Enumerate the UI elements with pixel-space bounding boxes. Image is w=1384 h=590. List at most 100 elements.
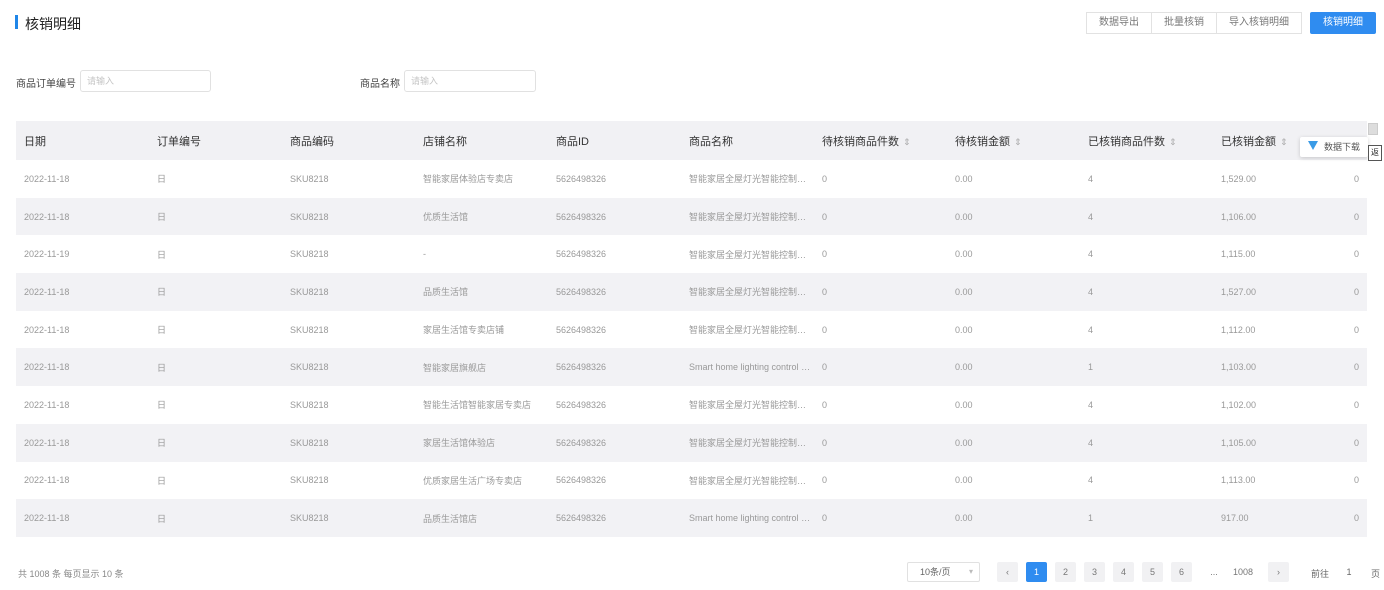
table-cell: 家居生活馆专卖店铺 (423, 325, 505, 336)
page-size-select[interactable]: 10条/页 ▾ (907, 562, 980, 582)
table-cell: 0 (1354, 362, 1360, 373)
table-row[interactable]: 2022-11-18 日 SKU8218 智能家居体验店专卖店 5626498326 智能… (16, 160, 1367, 198)
order-number-input[interactable] (80, 70, 211, 92)
table-row[interactable]: 2022-11-18 日 SKU8218 优质家居生活广场专卖店 5626498326 智… (16, 461, 1367, 500)
page-title: 核销明细 (25, 16, 81, 32)
table-cell: 智能家居全屋灯光智能控制套装... (689, 325, 814, 336)
table-cell: SKU8218 (290, 513, 329, 524)
goto-label: 前往 (1311, 569, 1330, 579)
table-cell: 0 (1354, 286, 1360, 297)
table-cell: 1,529.00 (1221, 173, 1257, 184)
table-cell: 5626498326 (556, 324, 607, 335)
column-header: 商品名称 (681, 121, 814, 160)
page-ellipsis[interactable]: ... (1200, 562, 1228, 582)
next-page-button[interactable]: › (1268, 562, 1289, 582)
table-cell: 2022-11-18 (24, 475, 70, 486)
export-button[interactable]: 数据导出 (1086, 12, 1152, 34)
sort-icon[interactable]: ⇕ (1014, 137, 1022, 147)
table-cell: 4 (1088, 399, 1094, 410)
table-cell: 917.00 (1221, 513, 1249, 524)
header-button-group: 数据导出 批量核销 导入核销明细 核销明细 (1086, 12, 1376, 34)
page-button[interactable]: 2 (1055, 562, 1076, 582)
table-cell: 2022-11-18 (24, 324, 70, 335)
batch-verify-button[interactable]: 批量核销 (1151, 12, 1217, 34)
table-cell: 0 (822, 399, 828, 410)
table-cell: 0 (822, 362, 828, 373)
page-button[interactable]: 1 (1026, 562, 1047, 582)
page-button[interactable]: 1008 (1229, 562, 1257, 582)
table-cell: 日 (157, 325, 167, 336)
column-header-label: 日期 (24, 135, 46, 148)
table-cell: 智能家居全屋灯光智能控制套装... (689, 212, 814, 223)
product-name-input[interactable] (404, 70, 536, 92)
table-row[interactable]: 2022-11-18 日 SKU8218 品质生活馆 5626498326 智能家居全屋灯… (16, 273, 1367, 311)
table-cell: 1,113.00 (1221, 475, 1256, 486)
table-cell: 0 (822, 513, 828, 524)
table-row[interactable]: 2022-11-18 日 SKU8218 智能家居旗舰店 5626498326 Smart… (16, 348, 1367, 387)
table-cell: 0 (822, 211, 828, 222)
column-header-label: 待核销金额 (955, 135, 1010, 148)
goto-page-input[interactable] (1338, 563, 1360, 581)
side-return-tab[interactable]: 返 (1368, 145, 1382, 161)
table-cell: 0 (1354, 513, 1360, 524)
order-number-label: 商品订单编号 (16, 79, 76, 90)
table-row[interactable]: 2022-11-18 日 SKU8218 品质生活馆店 5626498326 Smart … (16, 499, 1367, 537)
table-cell: SKU8218 (290, 249, 329, 260)
table-row[interactable]: 2022-11-18 日 SKU8218 家居生活馆专卖店铺 5626498326 智能家… (16, 310, 1367, 349)
table-cell: 0 (1354, 211, 1360, 222)
column-header[interactable]: 已核销商品件数 ⇕ (1080, 121, 1213, 160)
sort-icon[interactable]: ⇕ (1280, 137, 1288, 147)
column-header-label: 待核销商品件数 (822, 135, 899, 148)
page-button[interactable]: 6 (1171, 562, 1192, 582)
table-cell: 1,105.00 (1221, 437, 1257, 448)
table-cell: 4 (1088, 475, 1094, 486)
table-cell: 智能家居全屋灯光智能控制套装... (689, 475, 814, 486)
table-cell: 品质生活馆 (423, 287, 469, 298)
table-cell: 0 (1354, 324, 1360, 335)
table-scrollbar[interactable] (1368, 123, 1378, 135)
table-cell: 4 (1088, 286, 1094, 297)
table-cell: 4 (1088, 324, 1094, 335)
product-name-label: 商品名称 (360, 79, 400, 90)
table-cell: 4 (1088, 211, 1094, 222)
table-cell: 家居生活馆体验店 (423, 438, 496, 449)
table-row[interactable]: 2022-11-19 日 SKU8218 - 5626498326 智能家居全屋灯光智能控… (16, 235, 1367, 274)
column-header-label: 已核销商品件数 (1088, 135, 1165, 148)
table-row[interactable]: 2022-11-18 日 SKU8218 智能生活馆智能家居专卖店 5626498326… (16, 386, 1367, 424)
table-cell: 智能家居全屋灯光智能控制套装... (689, 249, 814, 260)
column-header[interactable]: 待核销金额 ⇕ (947, 121, 1080, 160)
table-cell: 日 (157, 438, 167, 449)
verify-details-button[interactable]: 核销明细 (1310, 12, 1376, 34)
prev-page-button[interactable]: ‹ (997, 562, 1018, 582)
download-button[interactable]: 数据下载 (1300, 137, 1368, 157)
table-cell: SKU8218 (290, 399, 329, 410)
table-cell: 0 (822, 173, 828, 184)
table-cell: 4 (1088, 437, 1094, 448)
import-details-button[interactable]: 导入核销明细 (1216, 12, 1302, 34)
column-header: 商品编码 (282, 121, 415, 160)
table-cell: 1,112.00 (1221, 324, 1256, 335)
table-cell: 0 (822, 437, 828, 448)
page-button[interactable]: 3 (1084, 562, 1105, 582)
table-cell: 智能家居全屋灯光智能控制套装... (689, 400, 814, 411)
page-button[interactable]: 5 (1142, 562, 1163, 582)
table-cell: 0.00 (955, 173, 973, 184)
column-header: 商品ID (548, 121, 681, 160)
table-cell: - (423, 249, 426, 260)
table-cell: 5626498326 (556, 286, 607, 297)
table-cell: 日 (157, 249, 167, 260)
sort-icon[interactable]: ⇕ (1169, 137, 1177, 147)
table-cell: 优质生活馆 (423, 212, 469, 223)
table-cell: 0 (1354, 173, 1360, 184)
table-row[interactable]: 2022-11-18 日 SKU8218 家居生活馆体验店 5626498326 智能家居… (16, 423, 1367, 462)
column-header[interactable]: 待核销商品件数 ⇕ (814, 121, 947, 160)
sort-icon[interactable]: ⇕ (903, 137, 911, 147)
table-row[interactable]: 2022-11-18 日 SKU8218 优质生活馆 5626498326 智能家居全屋灯… (16, 197, 1367, 236)
table-cell: SKU8218 (290, 211, 329, 222)
table-cell: SKU8218 (290, 324, 329, 335)
page-button[interactable]: 4 (1113, 562, 1134, 582)
table-cell: 2022-11-18 (24, 437, 70, 448)
page-header: 核销明细 数据导出 批量核销 导入核销明细 核销明细 (0, 0, 1384, 46)
page-size-value: 10条/页 (920, 567, 951, 577)
table-cell: 0.00 (955, 513, 973, 524)
